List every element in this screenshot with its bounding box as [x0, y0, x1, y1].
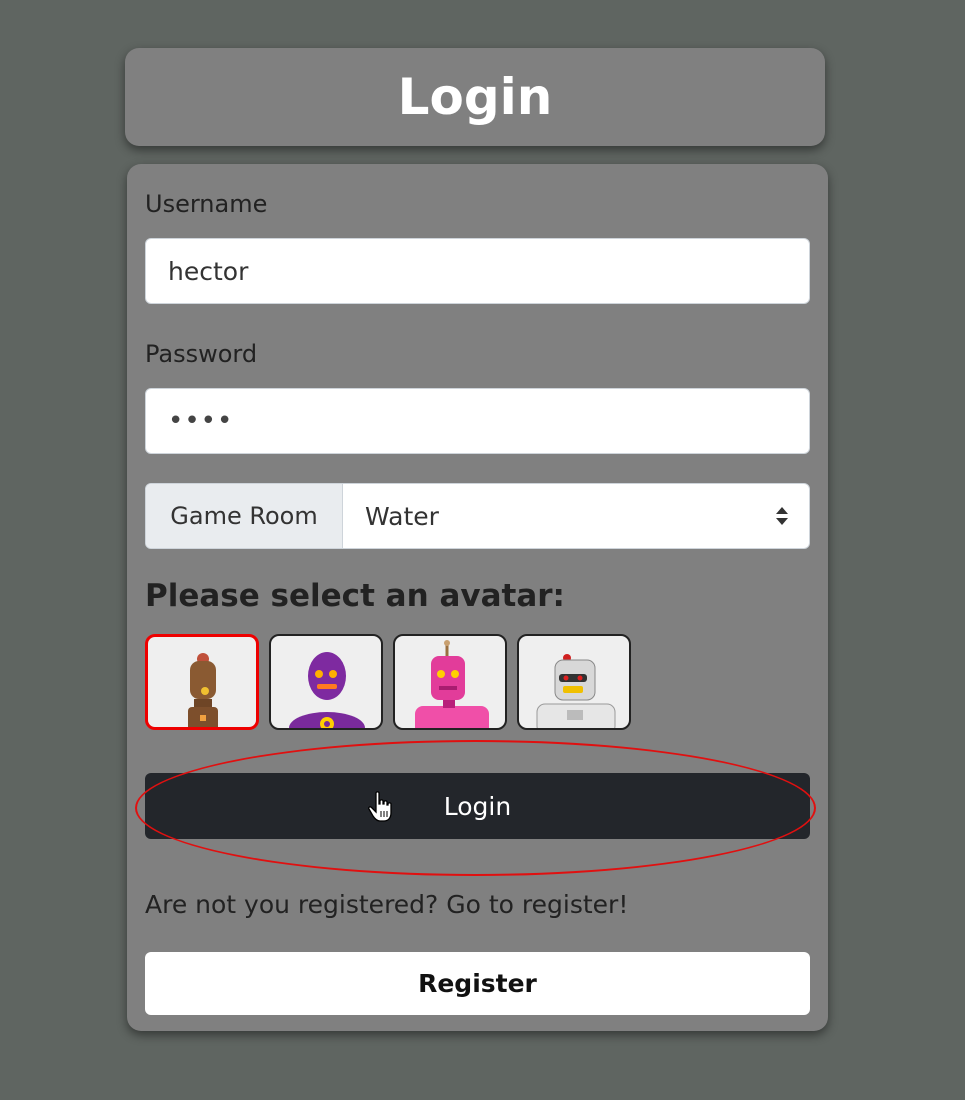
avatar-brown-robot[interactable]	[145, 634, 259, 730]
avatar-pink-robot[interactable]	[393, 634, 507, 730]
password-input[interactable]: ••••	[145, 388, 810, 454]
pink-robot-icon	[415, 640, 489, 728]
game-room-label: Game Room	[146, 484, 343, 548]
game-room-value: Water	[365, 501, 439, 531]
game-room-select[interactable]: Game Room Water	[145, 483, 810, 549]
avatar-purple-robot[interactable]	[269, 634, 383, 730]
login-button-label: Login	[443, 791, 512, 821]
login-form: Username hector Password •••• Game Room …	[127, 164, 828, 1031]
select-caret-icon	[776, 507, 788, 525]
avatar-heading: Please select an avatar:	[145, 578, 565, 614]
register-button[interactable]: Register	[145, 952, 810, 1015]
title-card: Login	[125, 48, 825, 146]
purple-robot-icon	[289, 652, 365, 728]
hand-cursor-icon	[368, 791, 392, 822]
password-label: Password	[145, 340, 258, 368]
game-room-dropdown[interactable]: Water	[343, 484, 809, 548]
register-prompt: Are not you registered? Go to register!	[145, 890, 629, 919]
username-input[interactable]: hector	[145, 238, 810, 304]
password-value: ••••	[168, 406, 234, 436]
login-button[interactable]: Login	[145, 773, 810, 839]
username-value: hector	[168, 256, 249, 286]
register-button-label: Register	[418, 969, 537, 998]
avatar-list	[145, 634, 631, 730]
page-title: Login	[397, 68, 553, 126]
brown-robot-icon	[188, 653, 218, 727]
avatar-white-robot[interactable]	[517, 634, 631, 730]
username-label: Username	[145, 190, 268, 218]
white-robot-icon	[536, 654, 616, 728]
